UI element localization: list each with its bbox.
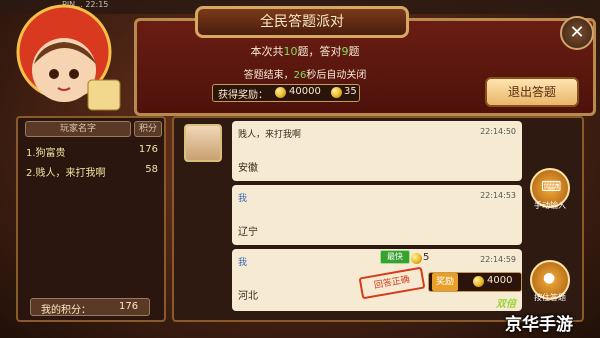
keyboard-button-label: 手动输入 (534, 201, 566, 210)
player-score: 176 (138, 144, 158, 155)
message-text: 河北 (238, 291, 258, 302)
my-score-bar: 我的积分： 176 (30, 298, 150, 316)
reward-label: 获得奖励： (218, 90, 268, 101)
column-header-score: 积分 (134, 121, 162, 137)
keyboard-input-button[interactable]: ⌨ 手动输入 (530, 168, 570, 210)
player-name: 1.狗富贵 (26, 148, 66, 159)
close-icon[interactable]: ✕ (560, 16, 594, 50)
my-score-value: 176 (119, 301, 139, 312)
column-header-name: 玩家名字 (25, 121, 131, 137)
leaderboard-panel: 玩家名字 积分 1.狗富贵 176 2.贱人，来打我啊 58 我的积分： 176 (16, 116, 166, 322)
coin-icon (275, 87, 286, 98)
microphone-icon: ● (543, 270, 556, 286)
keyboard-icon: ⌨ (541, 179, 562, 195)
message-text: 辽宁 (238, 227, 258, 238)
countdown-prefix: 答题结束， (243, 70, 294, 81)
my-score-label: 我的积分： (41, 305, 91, 316)
countdown-seconds: 26 (293, 70, 307, 81)
reward-bar: 获得奖励： 40000 35 (212, 84, 360, 102)
gem-icon (331, 87, 342, 98)
opponent-avatar (184, 124, 222, 162)
reward-gems: 35 (344, 86, 357, 97)
fastest-points: 5 (423, 252, 430, 263)
chat-message: 贱人，来打我啊 22:14:50 安徽 (232, 121, 522, 181)
summary-text: 本次共 (250, 45, 284, 58)
answer-reward-label: 奖励 (432, 273, 458, 291)
countdown-suffix: 秒后自动关闭 (306, 70, 367, 81)
summary-text: 题，答对 (297, 45, 342, 58)
coin-icon (411, 253, 422, 264)
message-time: 22:14:59 (480, 255, 516, 264)
chat-message: 我 22:14:53 辽宁 (232, 185, 522, 245)
double-bonus-label: 双倍 (496, 299, 516, 310)
correct-count: 9 (341, 45, 349, 58)
leaderboard-row: 1.狗富贵 176 (26, 144, 158, 160)
message-time: 22:14:53 (480, 191, 516, 200)
countdown-text: 答题结束，26秒后自动关闭 (220, 66, 390, 81)
watermark: 京华手游 (505, 315, 573, 335)
fastest-badge: 最快 (380, 250, 410, 264)
message-text: 安徽 (238, 163, 258, 174)
exit-quiz-button[interactable]: 退出答题 (485, 77, 579, 107)
message-time: 22:14:50 (480, 127, 516, 136)
sender-name: 我 (238, 258, 248, 268)
total-questions: 10 (283, 45, 298, 58)
answer-reward-coins: 4000 (487, 275, 513, 286)
player-score: 58 (145, 164, 158, 175)
leaderboard-row: 2.贱人，来打我啊 58 (26, 164, 158, 180)
sender-name: 我 (238, 194, 248, 204)
coin-icon (473, 276, 484, 287)
summary-text: 题 (348, 45, 360, 58)
voice-button-label: 按住答题 (534, 293, 566, 302)
answer-reward-box: 奖励 4000 (428, 272, 522, 292)
score-summary: 本次共10题，答对9题 (220, 43, 390, 59)
page-title: 全民答题派对 (195, 6, 409, 38)
character-avatar (8, 2, 128, 120)
reward-coins: 40000 (289, 86, 321, 97)
sender-name: 贱人，来打我啊 (238, 130, 302, 140)
voice-answer-button[interactable]: ● 按住答题 (530, 260, 570, 302)
player-name: 2.贱人，来打我啊 (26, 168, 106, 179)
